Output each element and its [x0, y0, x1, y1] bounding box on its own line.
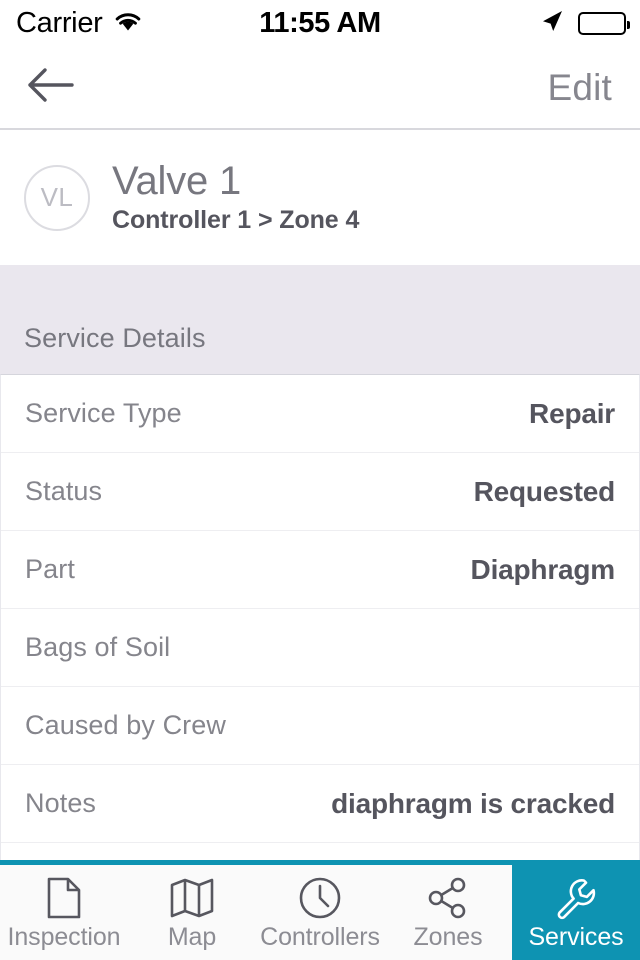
map-icon [169, 876, 215, 920]
section-header: Service Details [0, 265, 640, 374]
wrench-icon [553, 876, 599, 920]
row-value: Diaphragm [470, 553, 616, 585]
status-bar: Carrier 11:55 AM [0, 0, 640, 46]
breadcrumb: Controller 1 > Zone 4 [112, 205, 360, 234]
carrier-label: Carrier [16, 6, 103, 39]
tab-controllers[interactable]: Controllers [256, 865, 384, 960]
tab-zones[interactable]: Zones [384, 865, 512, 960]
content-area: Service Details Service Type Repair Status… [0, 265, 640, 860]
entity-header-text: Valve 1 Controller 1 > Zone 4 [112, 160, 359, 234]
back-button[interactable] [24, 65, 80, 109]
table-row[interactable]: Part Diaphragm [1, 531, 639, 609]
document-icon [41, 876, 87, 920]
tab-map[interactable]: Map [128, 865, 256, 960]
row-label: Bags of Soil [25, 632, 171, 662]
row-value: Requested [473, 475, 616, 507]
row-label: Service Type [25, 398, 182, 428]
edit-button[interactable]: Edit [547, 69, 612, 106]
tab-services[interactable]: Services [512, 865, 640, 960]
back-arrow-icon [24, 65, 76, 110]
location-arrow-icon [538, 7, 566, 40]
tab-label: Inspection [7, 922, 121, 951]
tab-label: Controllers [260, 922, 380, 951]
tab-label: Map [167, 922, 217, 951]
app-screen: Carrier 11:55 AM Edit VL Valve 1 Control… [0, 0, 640, 960]
status-bar-right [538, 7, 630, 40]
table-row[interactable]: Status Requested [1, 453, 639, 531]
service-details-list: Service Type Repair Status Requested Part Dia… [0, 374, 640, 860]
entity-header: VL Valve 1 Controller 1 > Zone 4 [0, 130, 640, 265]
battery-full-icon [578, 11, 630, 35]
row-value: diaphragm is cracked [331, 787, 615, 819]
avatar: VL [24, 164, 90, 231]
wifi-icon [113, 10, 143, 37]
row-value: Repair [529, 397, 615, 429]
section-header-title: Service Details [24, 323, 206, 353]
tab-inspection[interactable]: Inspection [0, 865, 128, 960]
row-label: Status [25, 476, 103, 506]
tab-label: Zones [413, 922, 483, 951]
tab-bar: Inspection Map Controllers Zones Services [0, 860, 640, 960]
tab-label: Services [528, 922, 624, 951]
table-row[interactable]: Bags of Soil [1, 609, 639, 687]
row-label: Notes [25, 788, 97, 818]
clock-icon [297, 876, 343, 920]
table-row[interactable]: Service Type Repair [1, 375, 639, 453]
page-title: Valve 1 [112, 159, 242, 204]
row-label: Caused by Crew [25, 710, 226, 740]
nav-bar: Edit [0, 46, 640, 130]
row-label: Part [25, 554, 75, 584]
status-bar-left: Carrier [16, 6, 143, 39]
avatar-initials: VL [40, 182, 74, 212]
table-row[interactable]: Caused by Crew [1, 687, 639, 765]
table-row[interactable]: Notes diaphragm is cracked [1, 765, 639, 843]
share-nodes-icon [425, 876, 471, 920]
